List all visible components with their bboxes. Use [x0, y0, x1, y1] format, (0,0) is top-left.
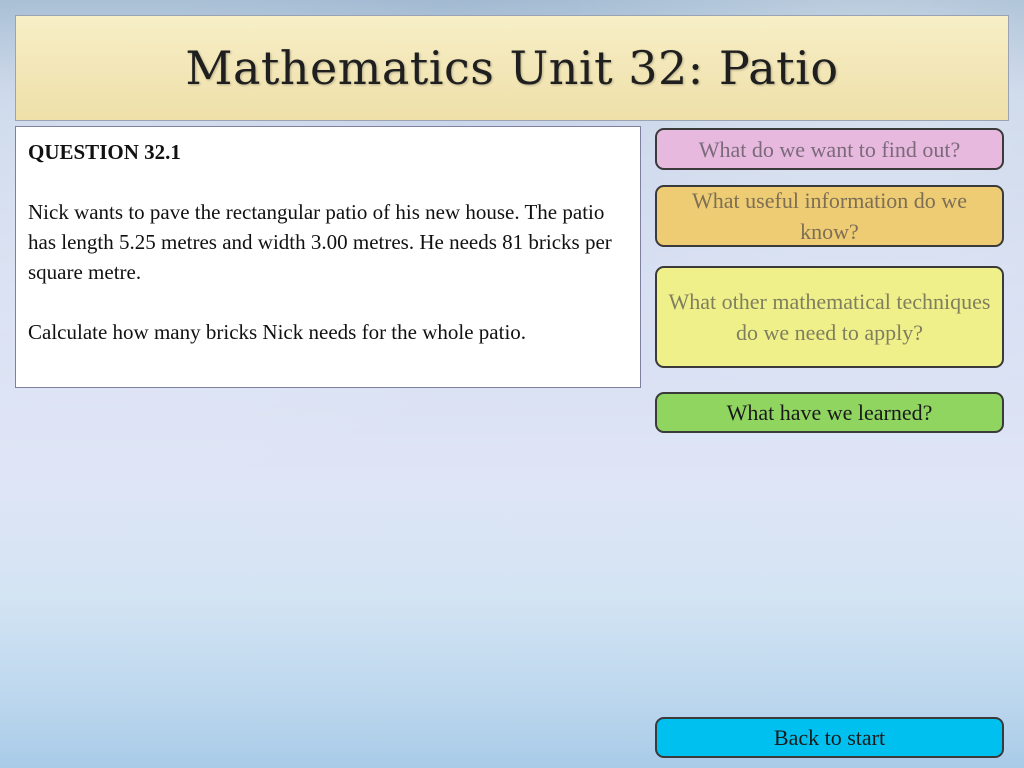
question-text: Nick wants to pave the rectangular patio…	[28, 200, 612, 284]
find-out-button[interactable]: What do we want to find out?	[655, 128, 1004, 170]
question-heading: QUESTION 32.1	[28, 140, 181, 164]
page-title: Mathematics Unit 32: Patio	[185, 41, 839, 95]
slide: Mathematics Unit 32: Patio QUESTION 32.1…	[0, 0, 1024, 768]
back-to-start-button[interactable]: Back to start	[655, 717, 1004, 758]
question-box: QUESTION 32.1 Nick wants to pave the rec…	[15, 126, 641, 388]
useful-information-button[interactable]: What useful information do we know?	[655, 185, 1004, 247]
question-task: Calculate how many bricks Nick needs for…	[28, 320, 527, 344]
techniques-button[interactable]: What other mathematical techniques do we…	[655, 266, 1004, 368]
learned-button[interactable]: What have we learned?	[655, 392, 1004, 433]
title-bar: Mathematics Unit 32: Patio	[15, 15, 1009, 121]
